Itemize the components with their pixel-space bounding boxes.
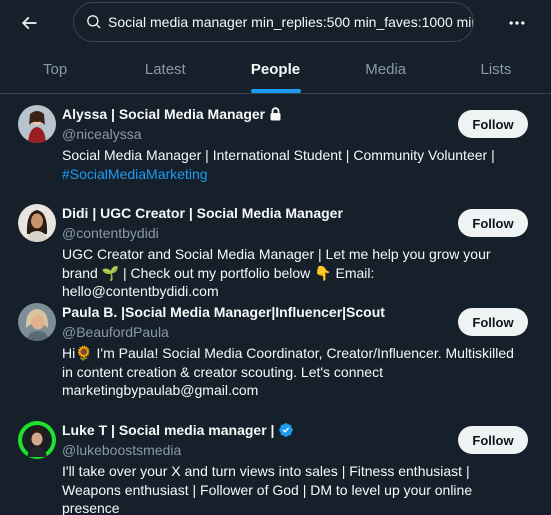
- avatar-image: [18, 204, 56, 242]
- user-bio: Hi🌻 I'm Paula! Social Media Coordinator,…: [62, 344, 535, 400]
- user-display-name: Paula B. |Social Media Manager|Influence…: [62, 304, 385, 320]
- avatar[interactable]: [18, 105, 56, 143]
- arrow-left-icon: [21, 16, 37, 30]
- avatar[interactable]: [18, 303, 56, 341]
- tab-people[interactable]: People: [220, 46, 330, 93]
- lock-icon: [269, 107, 282, 121]
- user-bio-text: Social Media Manager | International Stu…: [62, 147, 495, 163]
- search-icon: [87, 15, 101, 29]
- user-result-row[interactable]: Paula B. |Social Media Manager|Influence…: [0, 293, 551, 411]
- avatar[interactable]: [18, 421, 56, 459]
- user-display-name: Luke T | Social media manager |: [62, 422, 275, 438]
- search-input[interactable]: [108, 14, 473, 30]
- more-options-button[interactable]: [500, 6, 534, 40]
- follow-button[interactable]: Follow: [458, 209, 528, 237]
- avatar[interactable]: [18, 204, 56, 242]
- hashtag-link[interactable]: #SocialMediaMarketing: [62, 166, 208, 182]
- user-result-row[interactable]: Alyssa | Social Media Manager @nicealyss…: [0, 95, 551, 194]
- user-display-name: Didi | UGC Creator | Social Media Manage…: [62, 205, 343, 221]
- user-bio: I'll take over your X and turn views int…: [62, 462, 535, 515]
- avatar-image: [18, 105, 56, 143]
- tab-top[interactable]: Top: [0, 46, 110, 93]
- avatar-image: [18, 303, 56, 341]
- user-bio-text: I'll take over your X and turn views int…: [62, 463, 473, 515]
- back-button[interactable]: [12, 6, 46, 40]
- tab-media[interactable]: Media: [331, 46, 441, 93]
- user-bio-text: Hi🌻 I'm Paula! Social Media Coordinator,…: [62, 345, 514, 398]
- avatar-image: [18, 421, 56, 459]
- user-display-name: Alyssa | Social Media Manager: [62, 106, 266, 122]
- follow-button[interactable]: Follow: [458, 308, 528, 336]
- more-horizontal-icon: [509, 21, 525, 25]
- search-header: [0, 0, 551, 44]
- user-result-row[interactable]: Didi | UGC Creator | Social Media Manage…: [0, 194, 551, 299]
- active-tab-indicator: [250, 89, 301, 93]
- verified-icon: [278, 422, 294, 438]
- search-tabs: Top Latest People Media Lists: [0, 46, 551, 94]
- search-box[interactable]: [73, 2, 474, 42]
- user-bio-text: UGC Creator and Social Media Manager | L…: [62, 246, 491, 299]
- tab-lists[interactable]: Lists: [441, 46, 551, 93]
- people-results-list: Alyssa | Social Media Manager @nicealyss…: [0, 95, 551, 515]
- tab-latest[interactable]: Latest: [110, 46, 220, 93]
- user-bio: Social Media Manager | International Stu…: [62, 146, 535, 183]
- follow-button[interactable]: Follow: [458, 110, 528, 138]
- follow-button[interactable]: Follow: [458, 426, 528, 454]
- user-result-row[interactable]: Luke T | Social media manager | @lukeboo…: [0, 411, 551, 515]
